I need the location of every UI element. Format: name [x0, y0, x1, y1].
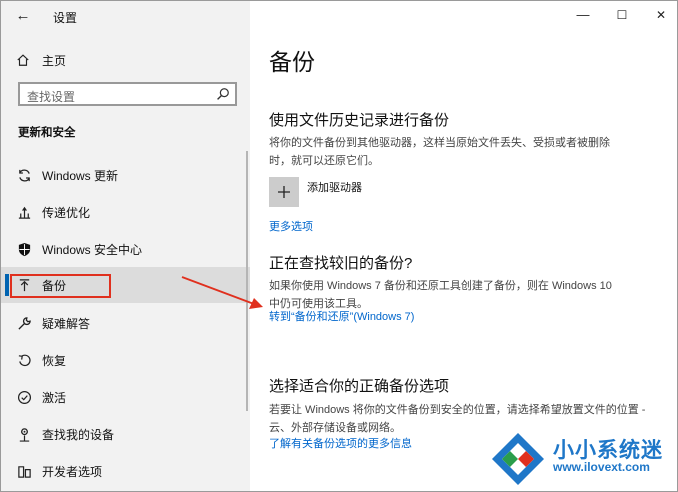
- watermark-logo: [492, 433, 544, 485]
- watermark-url: www.ilovext.com: [553, 460, 650, 474]
- annotation-arrow: [181, 276, 263, 309]
- settings-window: ← 设置 主页 查找设置 更新和安全 Windows 更新 传递优化 Windo…: [0, 0, 678, 492]
